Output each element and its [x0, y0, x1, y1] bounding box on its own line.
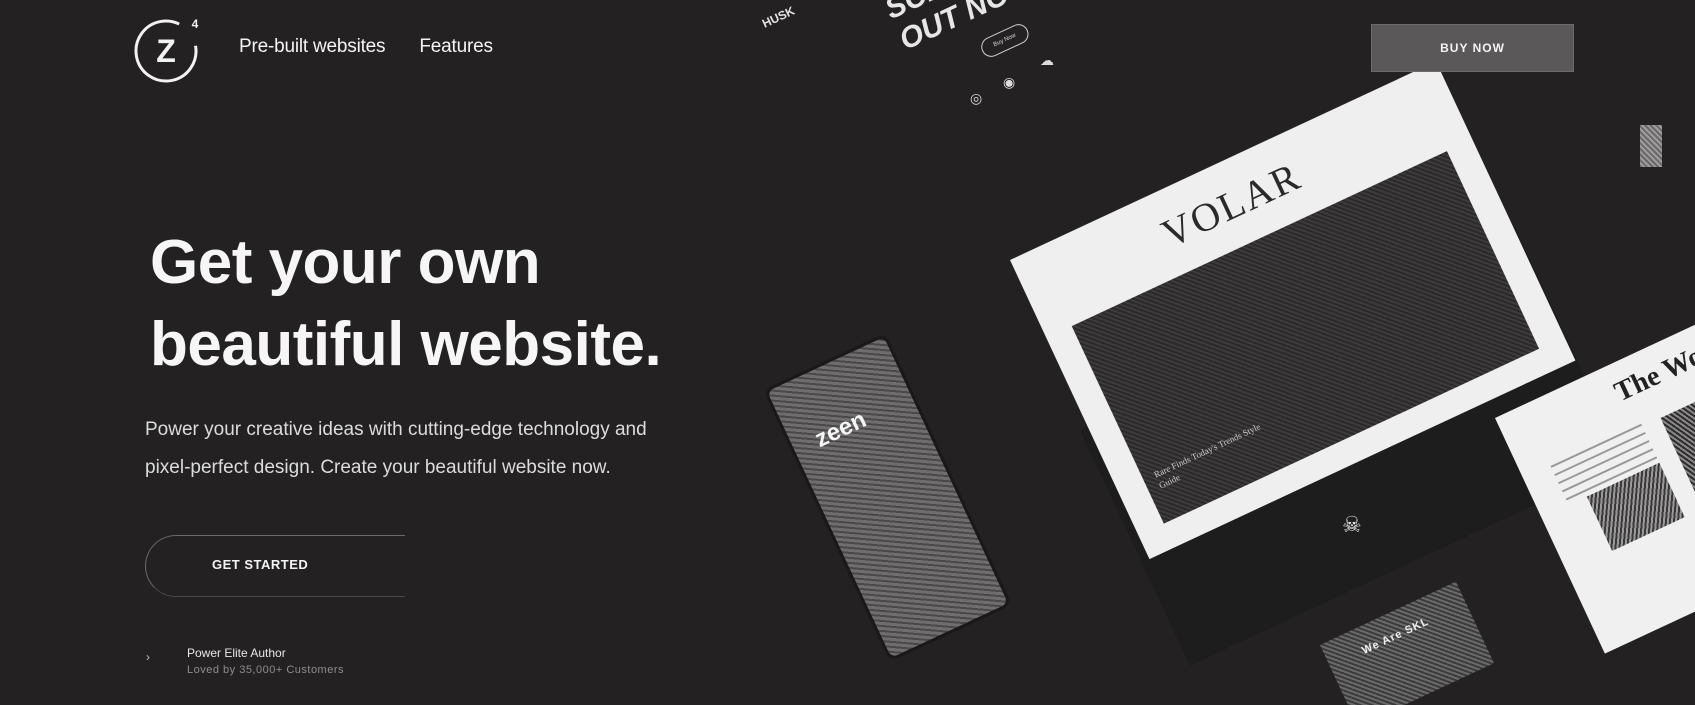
skl-card: We Are SKL — [1320, 581, 1494, 705]
hero-title-line-2: beautiful website. — [150, 310, 662, 379]
hero-subtitle: Power your creative ideas with cutting-e… — [145, 411, 705, 487]
chevron-right-icon: › — [146, 650, 150, 664]
hero-title: Get your own beautiful website. — [150, 222, 750, 386]
nav-features[interactable]: Features — [419, 36, 493, 58]
logo-superscript: 4 — [192, 17, 199, 31]
buy-now-button[interactable]: BUY NOW — [1371, 24, 1574, 72]
spotify-icon: ◉ — [1003, 74, 1016, 90]
author-badge-subtitle: Loved by 35,000+ Customers — [187, 664, 345, 676]
soundcloud-icon: ☁ — [1040, 52, 1054, 68]
logo-mark-icon: Z 4 — [134, 17, 199, 83]
author-badge-title: Power Elite Author — [187, 646, 286, 660]
zeen-logo: zeen — [810, 405, 871, 453]
hero-title-line-1: Get your own — [150, 228, 541, 297]
get-started-label[interactable]: GET STARTED — [212, 557, 308, 572]
main-nav: Pre-built websites Features — [239, 36, 493, 58]
hero-subtitle-line-2: pixel-perfect design. Create your beauti… — [145, 457, 611, 478]
right-strip-image — [1640, 125, 1662, 167]
husk-label: HUSK — [760, 3, 797, 31]
hero-subtitle-line-1: Power your creative ideas with cutting-e… — [145, 419, 647, 440]
logo-letter: Z — [156, 33, 176, 69]
site-logo[interactable]: Z 4 — [133, 14, 203, 84]
newspaper-title: The World — [1609, 325, 1695, 409]
landing-page: HUSK SCREAM OUT NOW Buy Now ◎ ◉ ☁ VOLAR … — [0, 0, 1695, 705]
right-edge-mockup — [1590, 0, 1695, 250]
nav-prebuilt-websites[interactable]: Pre-built websites — [239, 36, 386, 58]
mockup-buy-button: Buy Now — [978, 20, 1032, 61]
instagram-icon: ◎ — [970, 90, 983, 106]
skl-title: We Are SKL — [1360, 615, 1431, 657]
skull-icon: ☠ — [1342, 512, 1362, 537]
phone-screen: zeen — [763, 332, 1013, 662]
